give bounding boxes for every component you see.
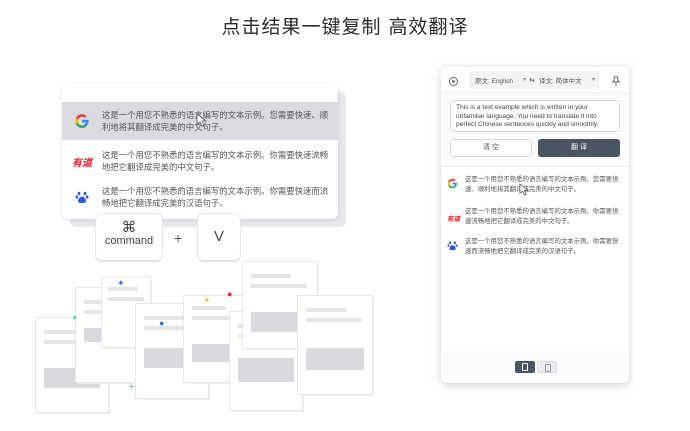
result-text: 这是一个用您不熟悉的语言编写的文本示例。您需要快速、顺利地将其翻译成完美的中文句… [102,110,329,132]
language-selector[interactable]: 原文: English ⇆ 译文: 简体中文 ▾ ▾ [469,71,599,89]
settings-icon[interactable] [448,74,459,92]
result-text: 这是一个用您不熟悉的语言编写的文本示例。您需要快速、顺利地将其翻译成完美的中文句… [465,176,619,193]
result-youdao[interactable]: 有道 这是一个用您不熟悉的语言编写的文本示例。你需要快速流畅地把它翻译成完美的中… [62,142,338,180]
clear-button[interactable]: 清 空 [450,139,532,157]
baidu-paw-icon [62,190,102,204]
youdao-icon: 有道 [447,216,460,223]
window-toolbar: 原文: English ⇆ 译文: 简体中文 ▾ ▾ [441,67,629,93]
youdao-icon: 有道 [72,157,92,169]
target-language[interactable]: 译文: 简体中文 [537,75,582,85]
chevron-down-icon: ▾ [523,77,527,83]
swap-languages-icon[interactable]: ⇆ [527,76,537,84]
v-key: V [198,214,240,260]
copy-mode-toggle-icon[interactable] [515,361,535,373]
command-key: ⌘ command [96,214,162,260]
window-result-google[interactable]: 这是一个用您不熟悉的语言编写的文本示例。您需要快速、顺利地将其翻译成完美的中文句… [447,175,623,194]
result-text: 这是一个用您不熟悉的语言编写的文本示例。你需要快速而流畅地把它翻译成完美的汉语句… [465,238,619,255]
pointer-cursor-icon [519,183,530,201]
result-baidu[interactable]: 这是一个用您不熟悉的语言编写的文本示例。你需要快速而流畅地把它翻译成完美的汉语句… [62,178,338,216]
pointer-cursor-icon [196,113,208,132]
results-card: 这是一个用您不熟悉的语言编写的文本示例。您需要快速、顺利地将其翻译成完美的中文句… [62,84,338,219]
window-mode-toggle-icon[interactable] [537,361,557,373]
plus-sign: + [174,230,183,246]
source-language[interactable]: 原文: English [469,75,527,85]
window-result-baidu[interactable]: 这是一个用您不熟悉的语言编写的文本示例。你需要快速而流畅地把它翻译成完美的汉语句… [447,237,623,256]
window-footer [441,351,629,383]
chevron-down-icon: ▾ [591,77,595,83]
results-list: 这是一个用您不熟悉的语言编写的文本示例。您需要快速、顺利地将其翻译成完美的中文句… [441,166,629,351]
result-text: 这是一个用您不熟悉的语言编写的文本示例。你需要快速而流畅地把它翻译成完美的汉语句… [102,186,329,208]
translator-window: 原文: English ⇆ 译文: 简体中文 ▾ ▾ This is a tex… [441,67,629,383]
result-text: 这是一个用您不熟悉的语言编写的文本示例。你需要快速流畅地把它翻译成完美的中文句子… [102,150,329,172]
baidu-paw-icon [447,237,462,256]
headline: 点击结果一键复制 高效翻译 [221,16,469,38]
source-text-input[interactable]: This is a text example which is written … [450,100,620,132]
google-icon [62,113,102,129]
pin-icon[interactable] [611,74,621,92]
translate-button[interactable]: 翻 译 [538,139,620,157]
window-result-youdao[interactable]: 有道 这是一个用您不熟悉的语言编写的文本示例。你需要快速流畅地把它翻译成完美的中… [447,207,623,226]
result-text: 这是一个用您不熟悉的语言编写的文本示例。你需要快速流畅地把它翻译成完美的中文句子… [465,208,619,225]
google-icon [447,175,462,194]
